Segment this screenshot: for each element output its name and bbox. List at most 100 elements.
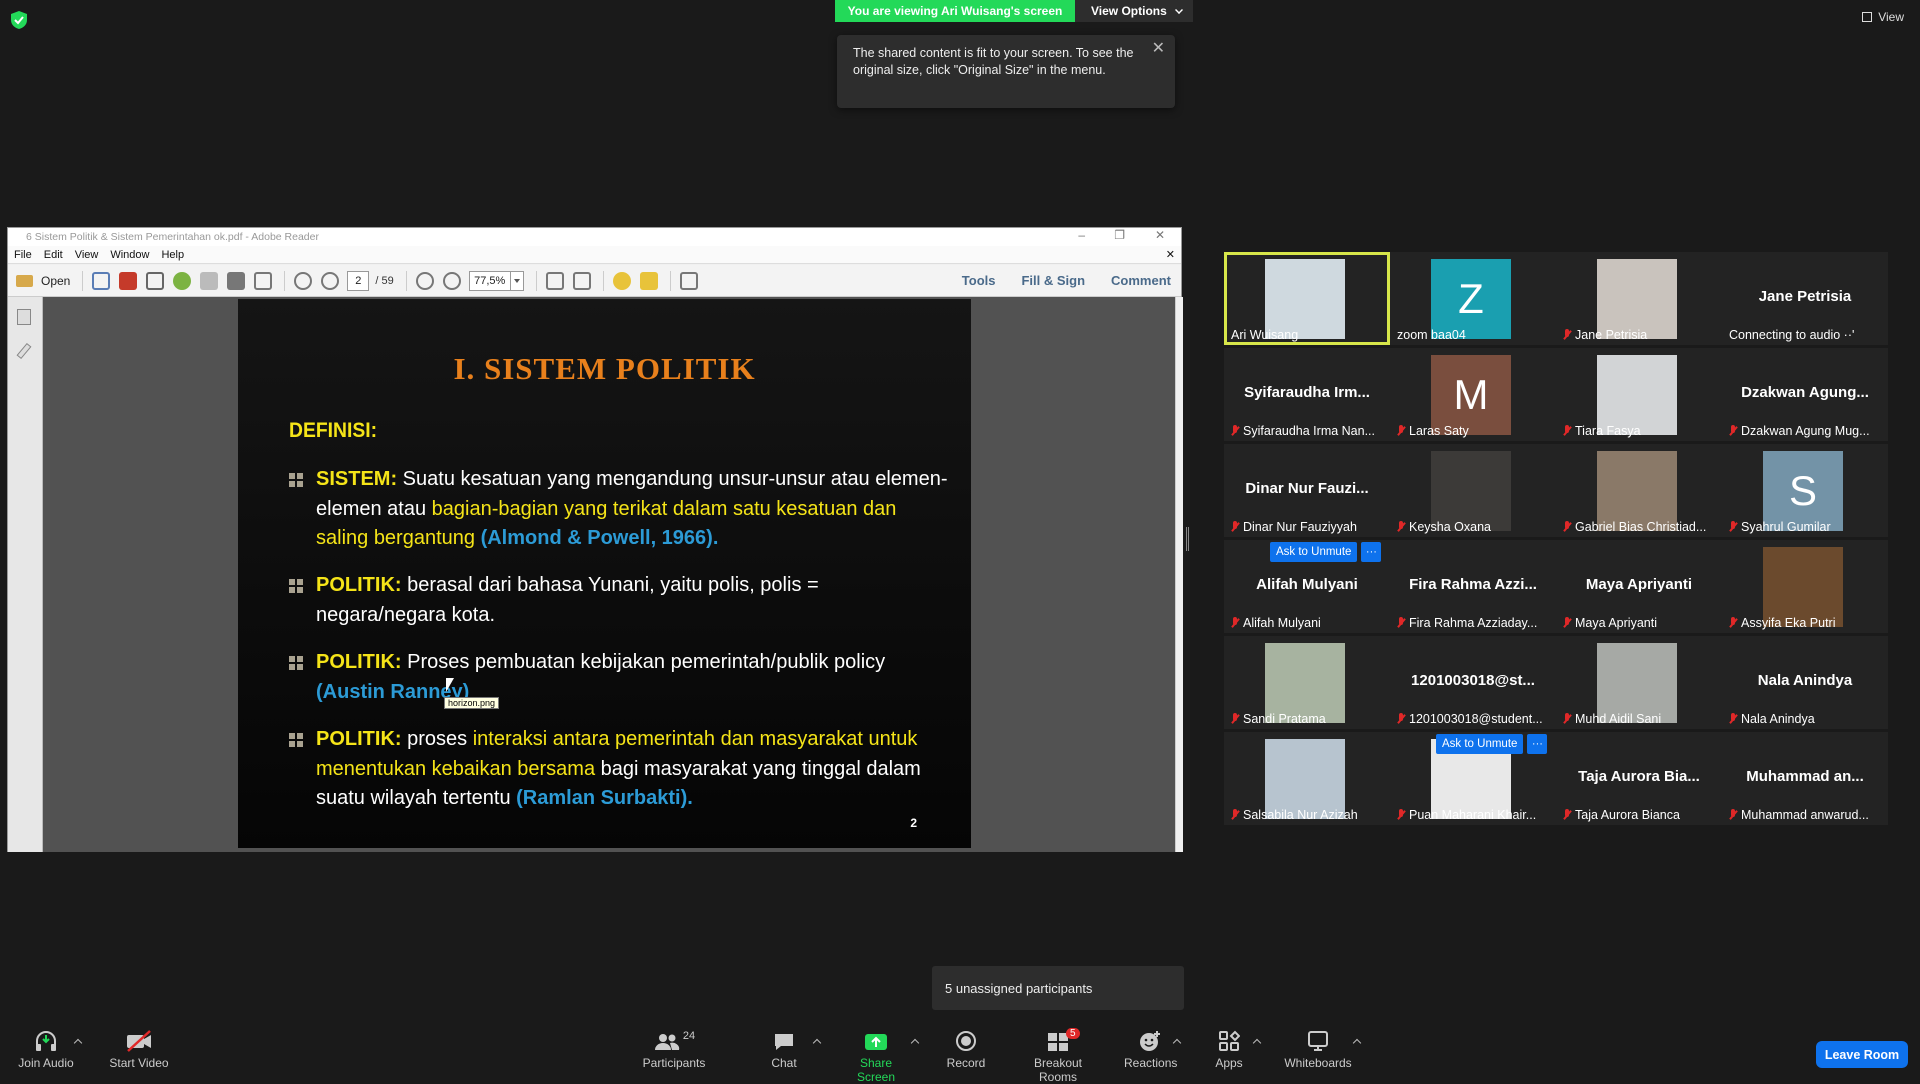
create-pdf-icon[interactable]	[92, 271, 111, 290]
participant-tile[interactable]: Muhammad an... Muhammad anwarud...	[1722, 732, 1888, 825]
participant-tile[interactable]: Syifaraudha Irm... Syifaraudha Irma Nan..…	[1224, 348, 1390, 441]
tools-button[interactable]: Tools	[962, 273, 996, 288]
menu-help[interactable]: Help	[161, 249, 184, 261]
participant-tile[interactable]: Puan Maharani Khair... Ask to Unmute ···	[1390, 732, 1556, 825]
share-screen-button[interactable]: Share Screen	[840, 1030, 912, 1084]
participants-button[interactable]: 24 Participants	[638, 1030, 710, 1070]
participant-display-name: Nala Anindya	[1757, 672, 1853, 689]
fit-width-icon[interactable]	[572, 271, 591, 290]
participant-tile[interactable]: S Syahrul Gumilar	[1722, 444, 1888, 537]
zoom-dropdown-icon[interactable]	[510, 270, 524, 291]
whiteboards-button[interactable]: Whiteboards	[1282, 1030, 1354, 1070]
join-audio-button[interactable]: Join Audio	[16, 1030, 76, 1070]
record-button[interactable]: Record	[946, 1030, 986, 1070]
start-video-button[interactable]: Start Video	[104, 1030, 174, 1070]
open-button[interactable]: Open	[16, 274, 70, 288]
participant-name-label: Syifaraudha Irma Nan...	[1231, 424, 1375, 438]
bullet-square-icon	[289, 579, 303, 593]
menu-view[interactable]: View	[75, 249, 99, 261]
zoom-level-input[interactable]: 77,5%	[468, 270, 511, 291]
participant-avatar: M	[1431, 355, 1511, 435]
view-options-label: View Options	[1091, 4, 1167, 18]
participant-tile[interactable]: Muhd Aidil Sani	[1556, 636, 1722, 729]
vertical-scrollbar[interactable]	[1175, 297, 1183, 852]
expand-icon[interactable]	[679, 271, 698, 290]
attachment-icon[interactable]	[16, 342, 32, 360]
more-options-icon[interactable]: ···	[1361, 542, 1382, 562]
participant-name: Maya Apriyanti	[1575, 616, 1657, 630]
participant-tile[interactable]: Nala Anindya Nala Anindya	[1722, 636, 1888, 729]
participant-tile[interactable]: Zzoom baa04	[1390, 252, 1556, 345]
participant-display-name: Dzakwan Agung...	[1741, 384, 1869, 401]
page-number-input[interactable]: 2	[347, 270, 370, 291]
participant-tile[interactable]: Jane Petrisia Connecting to audio ··'	[1722, 252, 1888, 345]
ask-to-unmute-button[interactable]: Ask to Unmute	[1436, 734, 1524, 754]
muted-mic-icon	[1729, 425, 1737, 437]
participant-tile[interactable]: Gabriel Bias Christiad...	[1556, 444, 1722, 537]
view-layout-button[interactable]: View	[1862, 10, 1904, 24]
participant-tile[interactable]: Taja Aurora Bia... Taja Aurora Bianca	[1556, 732, 1722, 825]
comment-button[interactable]: Comment	[1111, 273, 1171, 288]
participants-label: Participants	[642, 1056, 706, 1070]
participant-avatar: Z	[1431, 259, 1511, 339]
participant-tile[interactable]: Keysha Oxana	[1390, 444, 1556, 537]
participant-tile[interactable]: Fira Rahma Azzi... Fira Rahma Azziaday...	[1390, 540, 1556, 633]
comment-bubble-icon[interactable]	[612, 271, 631, 290]
reactions-button[interactable]: Reactions	[1124, 1030, 1177, 1070]
menu-file[interactable]: File	[14, 249, 32, 261]
participant-tile[interactable]: Dinar Nur Fauzi... Dinar Nur Fauziyyah	[1224, 444, 1390, 537]
layout-grid-icon	[1862, 12, 1873, 22]
fit-page-icon[interactable]	[545, 271, 564, 290]
menu-edit[interactable]: Edit	[44, 249, 63, 261]
participant-tile[interactable]: Tiara Fasya	[1556, 348, 1722, 441]
participant-tile[interactable]: Alifah Mulyani Alifah Mulyani Ask to Unmut…	[1224, 540, 1390, 633]
close-window-icon[interactable]: ✕	[1155, 228, 1165, 242]
close-document-icon[interactable]: ✕	[1166, 248, 1175, 261]
participant-tile[interactable]: Maya Apriyanti Maya Apriyanti	[1556, 540, 1722, 633]
participant-tile[interactable]: 1201003018@st... 1201003018@student...	[1390, 636, 1556, 729]
unassigned-participants-popup[interactable]: 5 unassigned participants	[932, 966, 1184, 1010]
print-icon[interactable]	[227, 271, 246, 290]
breakout-rooms-button[interactable]: 5 Breakout Rooms	[1014, 1028, 1102, 1084]
panel-resize-handle[interactable]	[1186, 527, 1189, 551]
participant-tile[interactable]: Sandi Pratama	[1224, 636, 1390, 729]
email-icon[interactable]	[254, 271, 273, 290]
more-options-icon[interactable]: ···	[1527, 734, 1548, 754]
fill-sign-button[interactable]: Fill & Sign	[1021, 273, 1085, 288]
cloud-upload-icon[interactable]	[173, 271, 192, 290]
participant-video	[1763, 547, 1843, 627]
muted-mic-icon	[1231, 809, 1239, 821]
zoom-in-icon[interactable]	[442, 271, 461, 290]
security-shield-icon[interactable]	[11, 11, 27, 29]
close-icon[interactable]: ✕	[1152, 40, 1165, 57]
participant-tile[interactable]: Dzakwan Agung... Dzakwan Agung Mug...	[1722, 348, 1888, 441]
leave-room-button[interactable]: Leave Room	[1816, 1041, 1908, 1068]
participant-name-label: Puan Maharani Khair...	[1397, 808, 1536, 822]
muted-mic-icon	[1231, 521, 1239, 533]
participant-tile[interactable]: Jane Petrisia	[1556, 252, 1722, 345]
highlight-icon[interactable]	[639, 271, 658, 290]
edit-pdf-icon[interactable]	[146, 271, 165, 290]
participant-tile[interactable]: Ari Wuisang	[1224, 252, 1390, 345]
ask-to-unmute-button[interactable]: Ask to Unmute	[1270, 542, 1358, 562]
previous-page-icon[interactable]	[294, 271, 313, 290]
save-icon[interactable]	[200, 271, 219, 290]
view-options-dropdown[interactable]: View Options	[1075, 0, 1193, 22]
participant-video	[1431, 451, 1511, 531]
minimize-icon[interactable]: –	[1078, 228, 1085, 242]
apps-button[interactable]: Apps	[1212, 1030, 1246, 1070]
restore-icon[interactable]: ❐	[1114, 228, 1125, 242]
participant-tile[interactable]: Assyifa Eka Putri	[1722, 540, 1888, 633]
bullet-citation: (Almond & Powell, 1966).	[475, 527, 719, 549]
menu-window[interactable]: Window	[110, 249, 149, 261]
smiley-plus-icon	[1124, 1030, 1176, 1052]
chat-label: Chat	[771, 1056, 797, 1070]
participant-tile[interactable]: Salsabila Nur Azizah	[1224, 732, 1390, 825]
pages-icon[interactable]	[17, 309, 31, 325]
zoom-out-icon[interactable]	[415, 271, 434, 290]
next-page-icon[interactable]	[321, 271, 340, 290]
chat-button[interactable]: Chat	[766, 1030, 802, 1070]
participant-tile[interactable]: M Laras Saty	[1390, 348, 1556, 441]
export-pdf-icon[interactable]	[119, 271, 138, 290]
muted-mic-icon	[1729, 713, 1737, 725]
